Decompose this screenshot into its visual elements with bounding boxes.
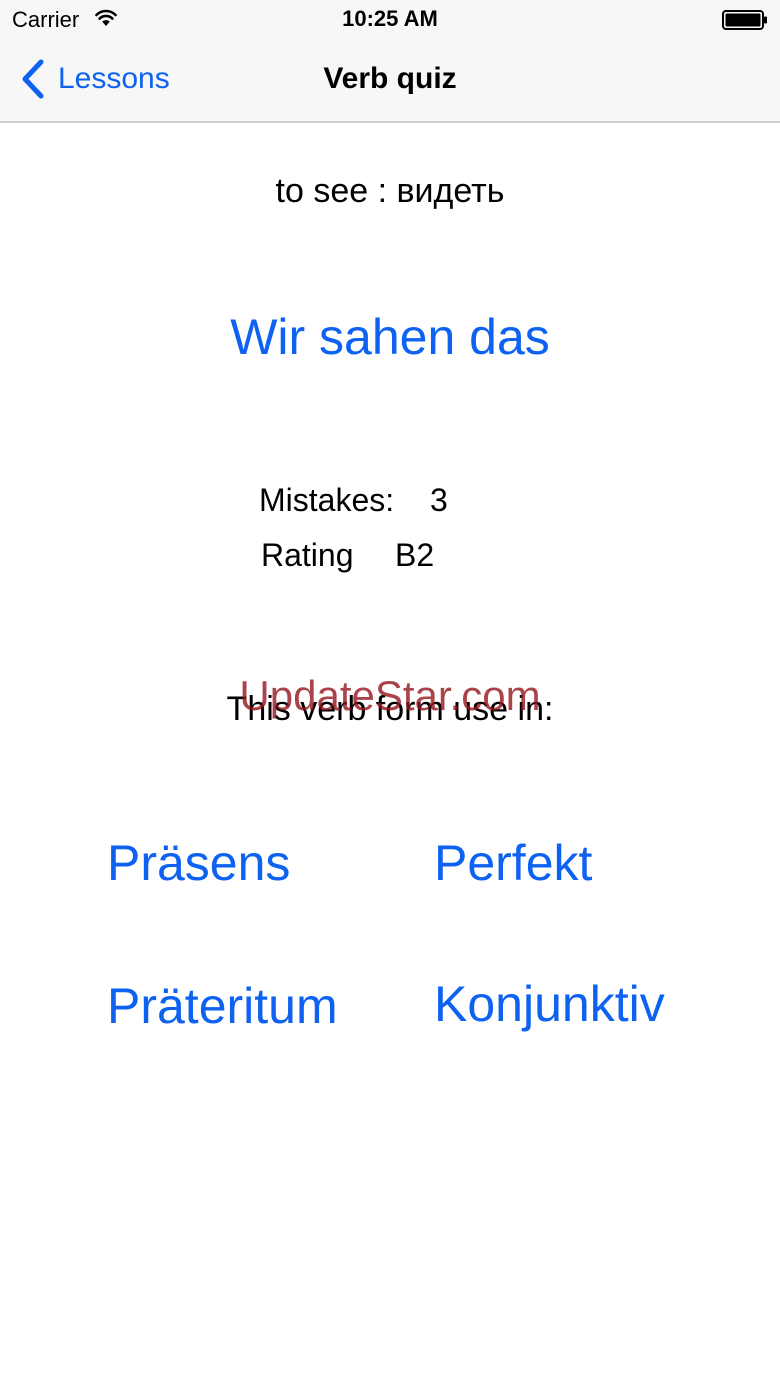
- usage-prompt: This verb form use in:: [226, 690, 554, 728]
- quiz-sentence[interactable]: Wir sahen das: [0, 308, 780, 366]
- rating-label: Rating: [261, 537, 354, 573]
- verb-quiz-screen: Carrier 10:25 AM Lessons Verb quiz to se…: [0, 0, 780, 1387]
- answer-button-praesens[interactable]: Präsens: [107, 834, 290, 892]
- status-time: 10:25 AM: [342, 6, 438, 31]
- status-bar: Carrier 10:25 AM: [0, 0, 780, 40]
- answer-button-konjunktiv[interactable]: Konjunktiv: [434, 975, 665, 1033]
- battery-icon: [722, 10, 767, 30]
- mistakes-value: 3: [430, 482, 448, 518]
- navigation-bar: Lessons Verb quiz: [0, 40, 780, 123]
- rating-value: B2: [395, 537, 435, 573]
- mistakes-label: Mistakes:: [259, 482, 395, 518]
- answer-button-perfekt[interactable]: Perfekt: [434, 834, 592, 892]
- page-title: Verb quiz: [323, 62, 457, 95]
- verb-translation: to see : видеть: [275, 172, 505, 210]
- answer-button-praeteritum[interactable]: Präteritum: [107, 977, 338, 1035]
